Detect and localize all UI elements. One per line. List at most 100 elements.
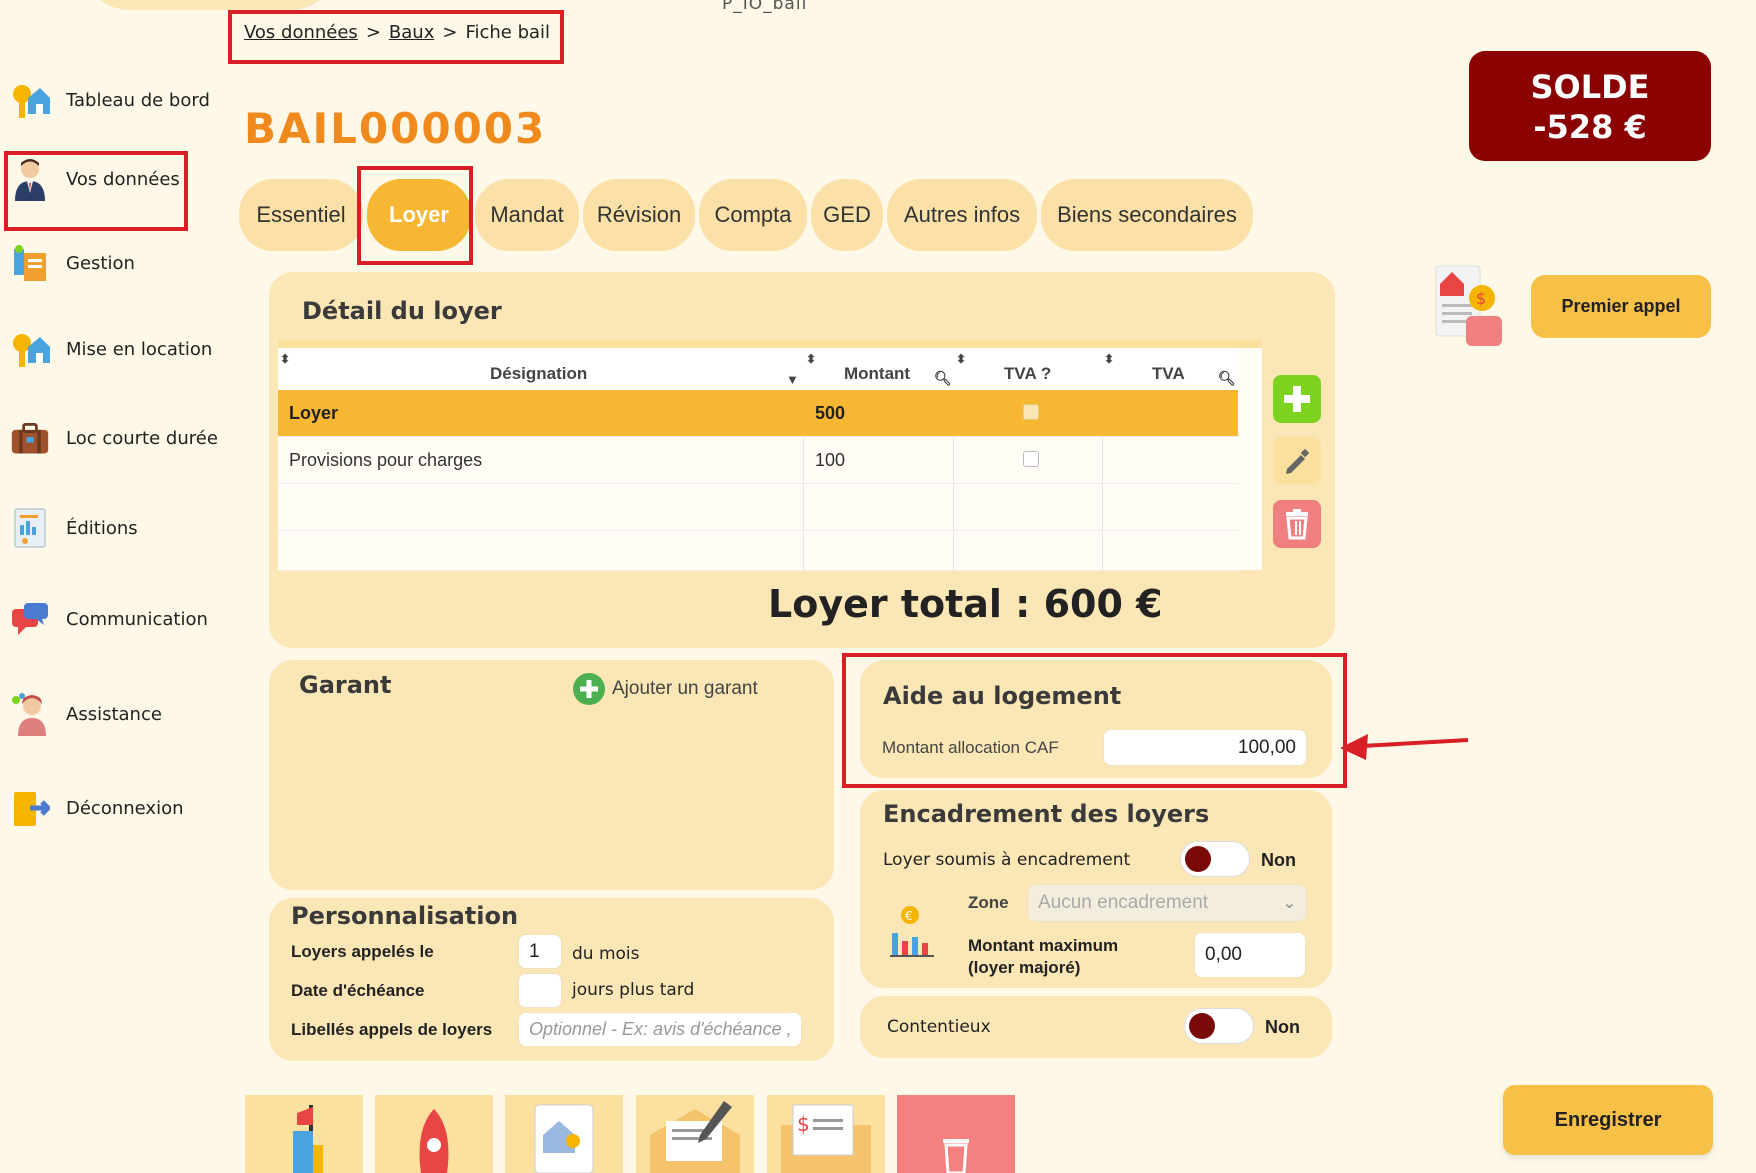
highlight-box-breadcrumb bbox=[228, 10, 564, 64]
column-header-tva-question[interactable]: TVA ? bbox=[1004, 364, 1051, 384]
premier-appel-button[interactable]: Premier appel bbox=[1531, 275, 1711, 338]
montant-maximum-label-line2: (loyer majoré) bbox=[968, 958, 1081, 977]
solde-value: -528 € bbox=[1533, 108, 1647, 146]
flag-icon bbox=[293, 1105, 323, 1173]
chevron-down-icon: ⌄ bbox=[1282, 895, 1296, 912]
loyer-soumis-toggle[interactable] bbox=[1180, 841, 1250, 877]
loyer-detail-title: Détail du loyer bbox=[302, 297, 502, 325]
invoice-money-icon: $ bbox=[1426, 260, 1521, 355]
chat-icon bbox=[10, 599, 50, 639]
sidebar-item-editions[interactable]: Éditions bbox=[10, 508, 138, 548]
letter-sign-action-button[interactable] bbox=[636, 1095, 754, 1173]
highlight-box-loyer-tab bbox=[357, 166, 473, 265]
page-title: BAIL000003 bbox=[244, 104, 547, 153]
tab-compta[interactable]: Compta bbox=[699, 179, 807, 251]
contentieux-label: Contentieux bbox=[887, 1017, 991, 1037]
trash-icon bbox=[1286, 509, 1308, 540]
sort-icon[interactable]: ⬍ bbox=[956, 352, 966, 366]
sidebar-item-mise-en-location[interactable]: Mise en location bbox=[10, 329, 212, 369]
tab-mandat[interactable]: Mandat bbox=[475, 179, 579, 251]
invoice-folder-action-button[interactable]: $ bbox=[767, 1095, 885, 1173]
save-button[interactable]: Enregistrer bbox=[1503, 1085, 1713, 1155]
tab-ged[interactable]: GED bbox=[811, 179, 883, 251]
search-icon[interactable]: 🔍︎ bbox=[1218, 370, 1236, 387]
table-row-empty bbox=[278, 484, 1238, 531]
loyers-appeles-suffix: du mois bbox=[572, 944, 640, 964]
house-key-icon bbox=[10, 329, 50, 369]
house-key-icon bbox=[10, 80, 50, 120]
delete-row-button[interactable] bbox=[1273, 500, 1321, 548]
edit-row-button[interactable] bbox=[1273, 437, 1321, 485]
flag-action-button[interactable] bbox=[245, 1095, 363, 1173]
sort-icon[interactable]: ⬍ bbox=[280, 352, 290, 366]
loyer-table: ⬍ Désignation ⬍ ▼ Montant 🔍︎ ⬍ TVA ? ⬍ T… bbox=[278, 340, 1262, 571]
invoice-folder-icon: $ bbox=[781, 1104, 871, 1173]
sort-icon[interactable]: ⬍ bbox=[806, 352, 816, 366]
loyer-total: Loyer total : 600 € bbox=[768, 582, 1163, 626]
sidebar-item-loc-courte-duree[interactable]: Loc courte durée bbox=[10, 418, 218, 458]
date-echeance-label: Date d'échéance bbox=[291, 981, 425, 1000]
sidebar-item-gestion[interactable]: Gestion bbox=[10, 243, 135, 283]
montant-maximum-input[interactable]: 0,00 bbox=[1194, 932, 1306, 978]
loyer-soumis-label: Loyer soumis à encadrement bbox=[883, 850, 1131, 870]
filter-icon[interactable]: ▼ bbox=[786, 372, 799, 387]
tab-revision[interactable]: Révision bbox=[583, 179, 695, 251]
sidebar-item-communication[interactable]: Communication bbox=[10, 599, 208, 639]
highlight-box-vos-donnees bbox=[4, 151, 188, 231]
plus-circle-icon bbox=[573, 673, 605, 705]
cell-montant: 500 bbox=[815, 403, 846, 423]
table-scrollbar[interactable] bbox=[1238, 348, 1262, 570]
sort-icon[interactable]: ⬍ bbox=[1104, 352, 1114, 366]
pencil-icon bbox=[1286, 448, 1310, 474]
sidebar-item-label: Communication bbox=[66, 608, 208, 630]
sidebar-item-label: Tableau de bord bbox=[66, 89, 210, 111]
rocket-icon bbox=[419, 1109, 449, 1173]
add-garant-button[interactable]: Ajouter un garant bbox=[572, 672, 758, 706]
date-echeance-input[interactable] bbox=[518, 973, 562, 1008]
tab-autres-infos[interactable]: Autres infos bbox=[887, 179, 1037, 251]
contentieux-toggle[interactable] bbox=[1184, 1008, 1254, 1044]
column-header-montant[interactable]: Montant bbox=[844, 364, 910, 384]
zone-select-value: Aucun encadrement bbox=[1038, 892, 1209, 913]
highlight-box-aide bbox=[842, 653, 1347, 788]
window-title: P_IO_bail bbox=[722, 0, 808, 14]
plus-icon bbox=[1284, 386, 1310, 412]
report-icon bbox=[10, 508, 50, 548]
montant-maximum-label-line1: Montant maximum bbox=[968, 936, 1119, 955]
gestion-icon bbox=[10, 243, 50, 283]
sidebar-item-tableau-de-bord[interactable]: Tableau de bord bbox=[10, 80, 210, 120]
montant-maximum-label: Montant maximum (loyer majoré) bbox=[968, 935, 1118, 979]
suitcase-icon bbox=[10, 418, 50, 458]
add-garant-label: Ajouter un garant bbox=[612, 678, 758, 699]
column-header-tva[interactable]: TVA bbox=[1152, 364, 1185, 384]
trash-icon bbox=[943, 1139, 969, 1173]
tva-checkbox[interactable] bbox=[1023, 404, 1039, 420]
sidebar-item-label: Éditions bbox=[66, 517, 138, 539]
contentieux-value: Non bbox=[1265, 1017, 1300, 1037]
sidebar-item-label: Déconnexion bbox=[66, 797, 184, 819]
table-row[interactable]: Loyer 500 bbox=[278, 390, 1238, 437]
table-row[interactable]: Provisions pour charges 100 bbox=[278, 437, 1238, 484]
zone-select[interactable]: Aucun encadrement ⌄ bbox=[1027, 884, 1307, 922]
house-document-action-button[interactable] bbox=[505, 1095, 623, 1173]
tab-essentiel[interactable]: Essentiel bbox=[239, 179, 363, 251]
sidebar-item-label: Gestion bbox=[66, 252, 135, 274]
svg-text:$: $ bbox=[1476, 289, 1486, 308]
libelles-input[interactable]: Optionnel - Ex: avis d'échéance , bbox=[518, 1012, 802, 1047]
column-header-designation[interactable]: Désignation bbox=[490, 364, 587, 384]
loyers-appeles-input[interactable]: 1 bbox=[518, 934, 562, 969]
add-row-button[interactable] bbox=[1273, 375, 1321, 423]
table-header: ⬍ Désignation ⬍ ▼ Montant 🔍︎ ⬍ TVA ? ⬍ T… bbox=[278, 340, 1262, 390]
personnalisation-title: Personnalisation bbox=[291, 902, 519, 930]
tva-checkbox[interactable] bbox=[1023, 451, 1039, 467]
date-echeance-suffix: jours plus tard bbox=[572, 980, 695, 1000]
sidebar-item-deconnexion[interactable]: Déconnexion bbox=[10, 788, 184, 828]
cell-montant: 100 bbox=[815, 450, 846, 470]
pointer-arrow-icon bbox=[1340, 734, 1469, 760]
search-icon[interactable]: 🔍︎ bbox=[934, 370, 952, 387]
delete-bail-button[interactable] bbox=[897, 1095, 1015, 1173]
sidebar-item-assistance[interactable]: Assistance bbox=[10, 693, 162, 736]
encadrement-title: Encadrement des loyers bbox=[883, 800, 1210, 828]
rocket-action-button[interactable] bbox=[375, 1095, 493, 1173]
tab-biens-secondaires[interactable]: Biens secondaires bbox=[1041, 179, 1253, 251]
